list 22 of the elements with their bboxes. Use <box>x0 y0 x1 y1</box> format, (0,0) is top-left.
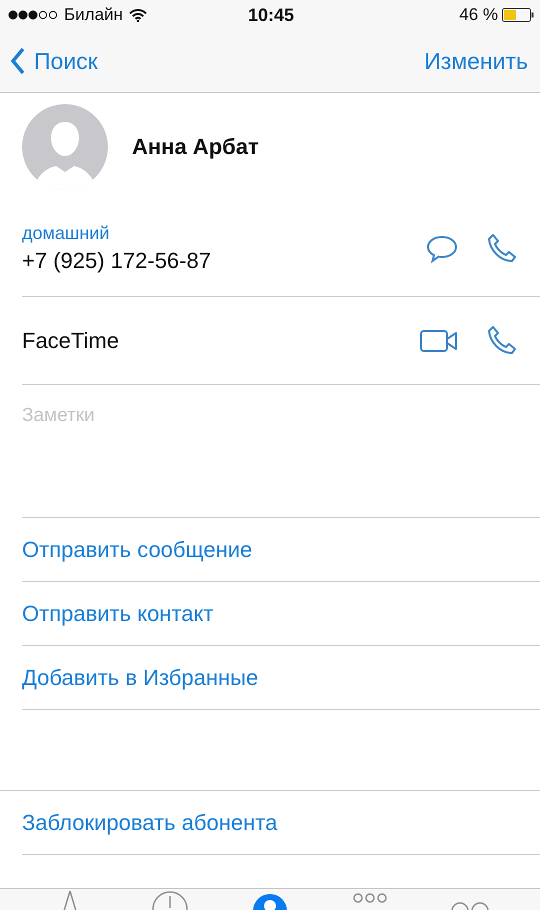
action-link[interactable]: Отправить контакт <box>22 600 214 626</box>
contact-name: Анна Арбат <box>132 134 259 160</box>
video-camera-icon[interactable] <box>420 328 458 352</box>
block-caller-link[interactable]: Заблокировать абонента <box>22 810 278 836</box>
battery-icon <box>502 8 534 22</box>
clock-icon[interactable] <box>150 889 190 910</box>
action-link[interactable]: Отправить сообщение <box>22 536 252 562</box>
phone-label: домашний <box>22 223 110 244</box>
carrier-name: Билайн <box>64 5 123 25</box>
phone-icon[interactable] <box>486 232 518 264</box>
phone-icon[interactable] <box>486 324 518 356</box>
back-button[interactable]: Поиск <box>10 47 98 75</box>
chevron-left-icon <box>10 47 26 75</box>
battery-percent: 46 % <box>459 5 498 25</box>
edit-button[interactable]: Изменить <box>424 48 528 74</box>
signal-icon <box>8 10 58 20</box>
phone-number[interactable]: +7 (925) 172-56-87 <box>22 248 426 274</box>
wifi-icon <box>128 8 147 22</box>
message-bubble-icon[interactable] <box>426 234 458 264</box>
facetime-label: FaceTime <box>22 328 120 354</box>
clock-time: 10:45 <box>248 4 294 26</box>
action-link[interactable]: Добавить в Избранные <box>22 664 258 690</box>
